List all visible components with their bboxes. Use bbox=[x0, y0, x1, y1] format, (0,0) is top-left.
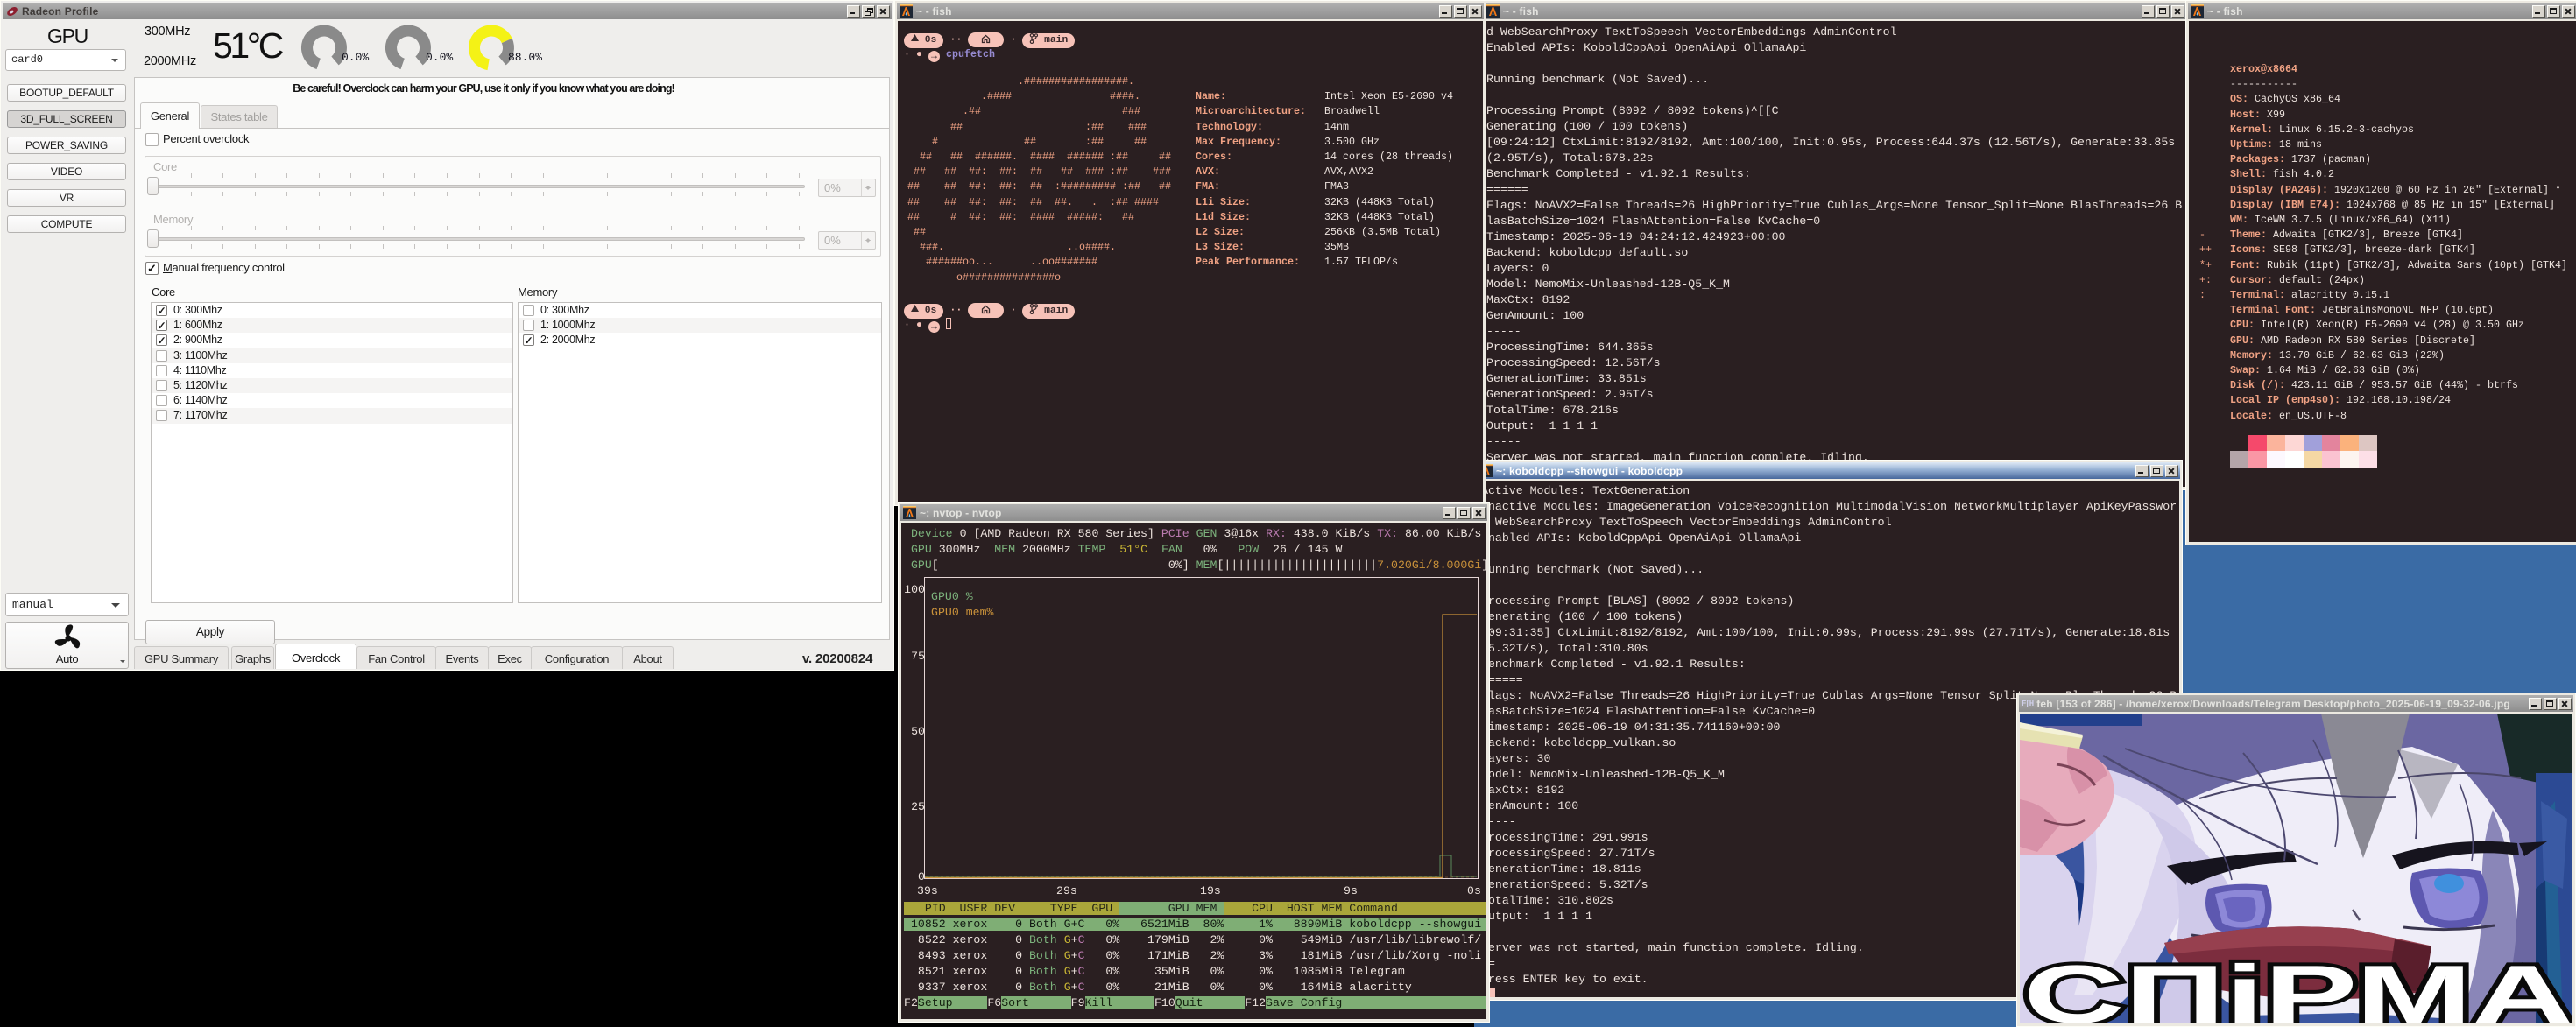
svg-text:СПіРМА: СПіРМА bbox=[2023, 948, 2572, 1023]
